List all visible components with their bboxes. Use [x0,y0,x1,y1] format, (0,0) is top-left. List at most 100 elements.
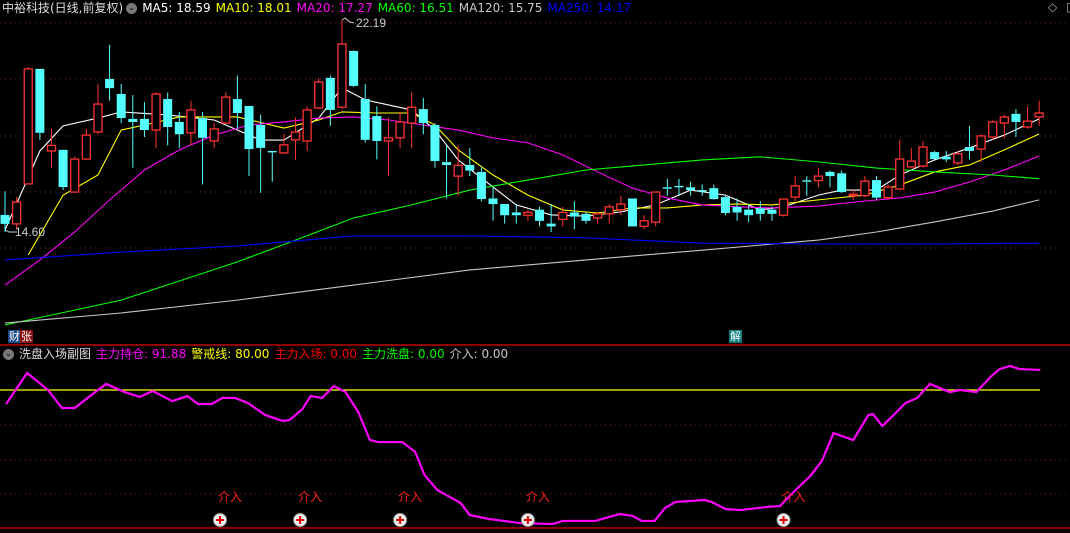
candle [221,92,231,124]
sub-chart: 介入 介入 介入 介入 介入 [0,364,1041,527]
rise-tag[interactable]: 张 [20,330,33,343]
candle-body [523,211,533,216]
candle [442,145,452,199]
candle-body [558,211,568,221]
warning-line-label: 警戒线: 80.00 [191,347,270,361]
candle-body [709,188,719,200]
main-entry-label: 主力入场: 0.00 [274,347,358,361]
candle [964,125,974,160]
candle [825,170,835,188]
candle [604,204,614,224]
max-price-label: 22.19 [356,16,386,30]
ma20-label: MA20: 17.27 [296,1,373,15]
chevron-down-icon[interactable]: ⌄ [3,348,14,360]
candle [976,134,986,163]
plus-circle-icon [393,513,408,527]
candle [778,198,789,217]
panel-toggle-icon[interactable]: ▯ [1066,0,1070,14]
candle [476,167,486,202]
candle [430,123,440,168]
signal-label: 介入 [218,490,242,504]
candle-body [476,171,486,200]
candle-body [697,190,707,192]
candle [1034,100,1044,126]
candle-body [744,209,754,216]
candle [651,191,661,227]
diamond-icon[interactable]: ◇ [1048,0,1057,14]
candle [105,44,115,101]
candle [860,176,870,198]
candle [314,78,324,110]
candle-body [616,203,626,211]
candle [720,195,730,216]
candle-body [535,209,545,221]
candle-body [395,121,405,139]
candle [325,75,335,126]
candle [918,141,928,168]
candle-body [488,198,498,205]
candlesticks [0,20,1044,232]
candle-body [930,152,940,160]
unlock-tag[interactable]: 解 [729,330,742,343]
candle [244,106,254,177]
candle-body [23,68,33,185]
candle-body [941,156,951,160]
stock-title: 中裕科技(日线,前复权) [2,1,124,15]
candle-body [70,158,80,193]
candle-body [837,173,847,193]
candle [46,128,57,168]
candle-body [442,162,452,165]
candle-body [592,213,603,219]
candle-body [674,185,684,188]
candle [81,128,91,160]
intervene-label: 介入: 0.00 [449,347,509,361]
candle-body [546,223,556,227]
signal-label: 介入 [782,490,806,504]
chevron-down-icon[interactable]: ⌄ [126,2,138,14]
candle-body [872,180,881,198]
candle-body [116,94,126,119]
candle-body [151,93,161,131]
candle [872,176,881,200]
candle-body [988,121,998,138]
candle [941,150,951,163]
candle-body [349,51,359,86]
ma60-label: MA60: 16.51 [377,1,454,15]
candle-body [174,121,184,135]
candle-body [860,180,870,197]
candle-body [93,103,103,133]
candle [23,67,33,185]
candle [1011,109,1021,138]
max-price-marker: 22.19 [341,16,386,30]
candle [418,97,428,135]
candle [139,102,149,138]
candle-body [813,175,824,182]
candle [535,206,545,227]
min-price-label: 14.60 [15,225,45,239]
candle [186,100,196,146]
candle-body [290,131,301,141]
candle-body [883,186,893,199]
candle-body [906,160,917,168]
candle [906,148,917,168]
candle [58,149,68,191]
candle [267,150,277,182]
candle [209,123,219,149]
candle [639,215,649,230]
candle [592,212,603,224]
candle-body [372,116,382,141]
candle [569,201,579,230]
candle [128,95,138,168]
chart-canvas[interactable]: 介入 介入 介入 介入 介入 22.19 14.60 [0,0,1070,533]
candle-body [465,164,475,171]
candle-body [186,109,196,134]
main-holding-label: 主力持仓: 91.88 [96,347,187,361]
candle [999,114,1009,139]
candle-body [511,212,521,216]
candle-body [720,197,730,213]
candle [930,150,940,160]
candle-body [302,109,312,142]
candle-body [1011,113,1021,122]
candle [790,176,800,202]
candle-body [0,214,10,224]
